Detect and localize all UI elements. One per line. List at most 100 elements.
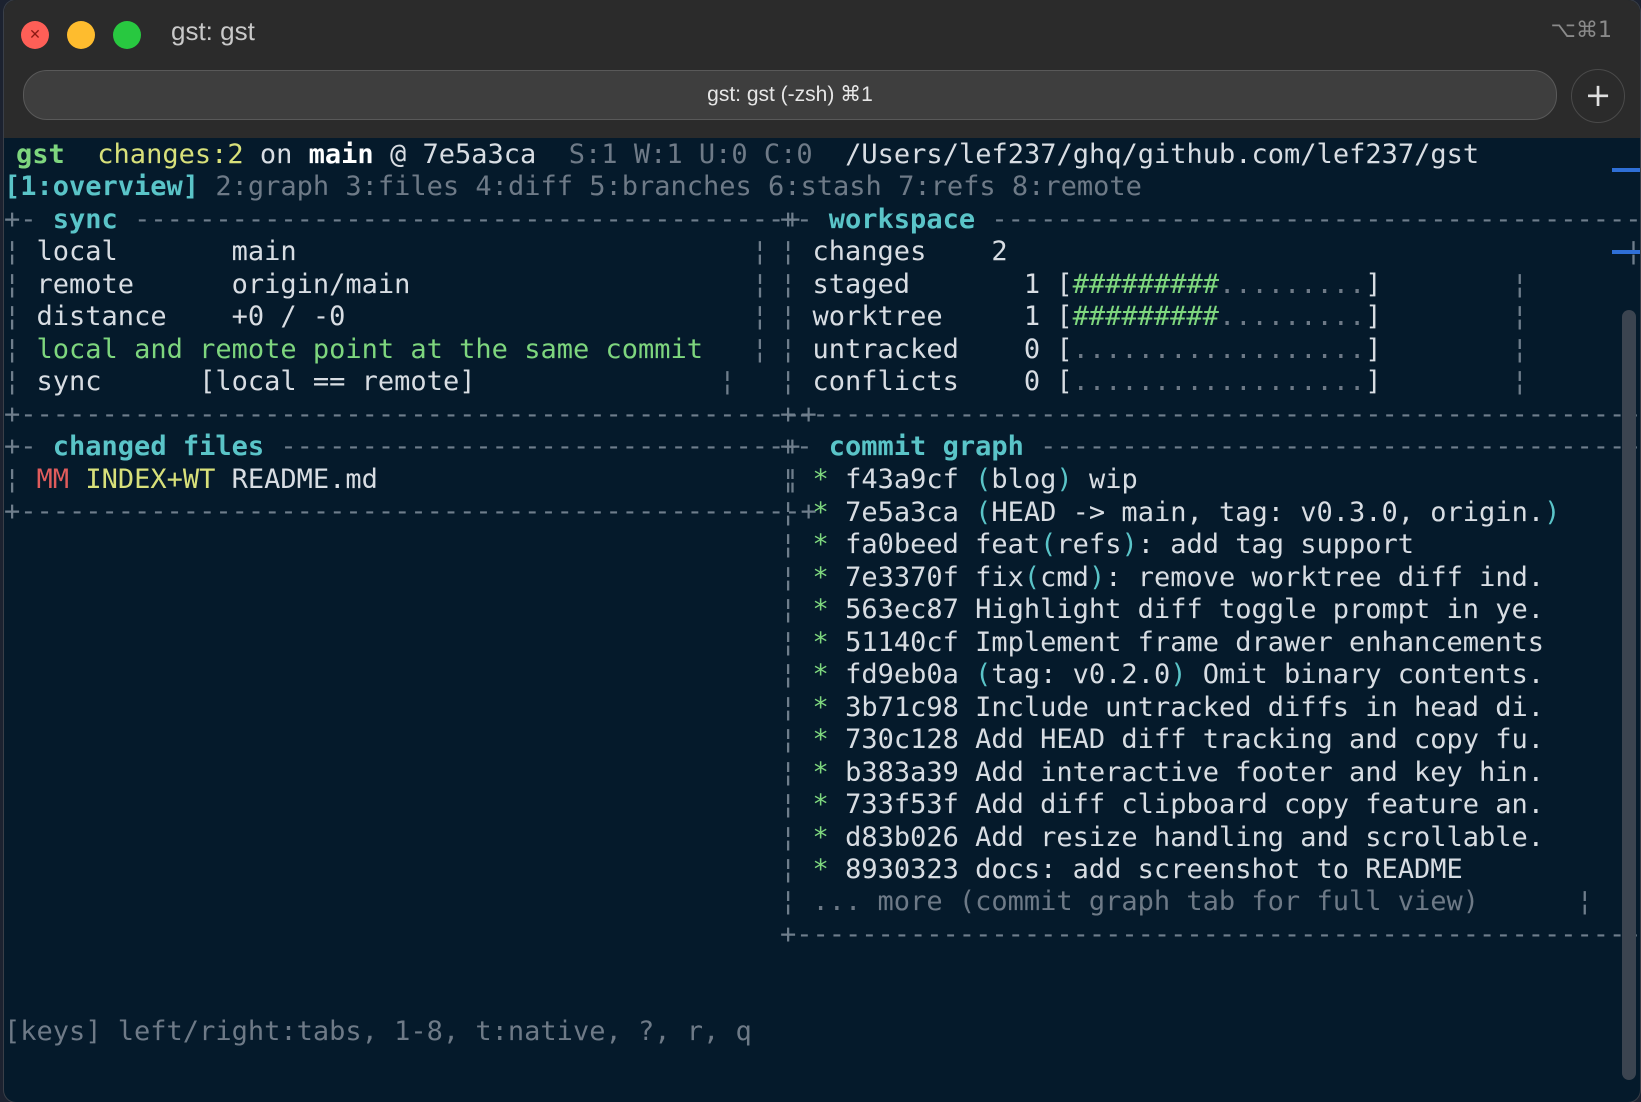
key-hints: [keys] left/right:tabs, 1-8, t:native, ?…	[4, 1016, 752, 1047]
commit-graph-title: commit graph	[828, 431, 1024, 462]
close-button[interactable]	[21, 21, 49, 49]
box-edge: ¦	[780, 464, 797, 495]
commit-message: : remove worktree diff ind.	[1105, 561, 1545, 593]
minimize-button[interactable]	[67, 21, 95, 49]
changed-files-box-bottom: +---------------------------------------…	[4, 496, 817, 527]
commit-row[interactable]: ¦ * 8930323 docs: add screenshot to READ…	[780, 853, 1463, 887]
sync-row: ¦ distance +0 / -0 ¦	[4, 301, 769, 332]
graph-node-icon: *	[812, 724, 829, 755]
scrollbar[interactable]	[1622, 310, 1636, 1080]
commit-message: Implement frame drawer enhancements	[975, 626, 1545, 658]
commit-row[interactable]: ¦ * 563ec87 Highlight diff toggle prompt…	[780, 593, 1544, 627]
changed-files-box-top: +- changed files -----------------------…	[4, 431, 801, 462]
workspace-changes: ¦ changes 2 ¦	[780, 236, 1640, 267]
terminal-content[interactable]: gst changes:2 on main @ 7e5a3ca S:1 W:1 …	[4, 138, 1640, 1098]
status-line: gst changes:2 on main @ 7e5a3ca S:1 W:1 …	[16, 138, 1479, 172]
box-edge: ¦	[780, 594, 797, 625]
commit-ref: tag: v0.2.0	[991, 659, 1171, 690]
paren-close: )	[1121, 529, 1138, 560]
commit-message: docs: add screenshot to README	[975, 854, 1463, 885]
commit-message: Add HEAD diff tracking and copy fu.	[975, 724, 1545, 755]
commit-ref: blog	[991, 464, 1057, 495]
commit-row[interactable]: ¦ * 3b71c98 Include untracked diffs in h…	[780, 691, 1544, 725]
commit-row[interactable]: ¦ * fa0beed feat(refs): add tag support	[780, 528, 1414, 562]
graph-node-icon: *	[812, 756, 829, 788]
workspace-bar-worktree: ¦ worktree 1 [#########.........] ¦	[780, 301, 1528, 332]
sync-row: ¦ remote origin/main ¦	[4, 269, 769, 300]
commit-hash: d83b026	[845, 821, 959, 853]
head-commit: 7e5a3ca	[422, 139, 537, 170]
paren-open: (	[975, 464, 992, 495]
commit-hash: 730c128	[845, 724, 959, 755]
graph-node-icon: *	[812, 626, 829, 658]
commit-message: wip	[1072, 464, 1138, 495]
changes-count: changes:2	[97, 139, 244, 170]
box-edge: ¦	[780, 691, 797, 723]
changed-file-row[interactable]: ¦ MM INDEX+WT README.md ¦	[4, 463, 801, 497]
commit-message: Add diff clipboard copy feature an.	[975, 789, 1545, 820]
commit-message: : add tag support	[1137, 529, 1415, 560]
tab-list[interactable]: 2:graph 3:files 4:diff 5:branches 6:stas…	[215, 171, 1142, 202]
app-name: gst	[16, 139, 65, 170]
zoom-button[interactable]	[113, 21, 141, 49]
commit-hash: 733f53f	[845, 789, 959, 820]
paren-open: (	[1040, 529, 1057, 560]
graph-node-icon: *	[812, 691, 829, 723]
sync-status: ¦ sync [local == remote] ¦	[4, 366, 736, 397]
window-shortcut: ⌥⌘1	[1550, 18, 1612, 43]
commit-row[interactable]: ¦ * 7e3370f fix(cmd): remove worktree di…	[780, 561, 1544, 595]
paren-close: )	[1170, 659, 1187, 690]
commit-hash: 51140cf	[845, 626, 959, 658]
commit-ref: cmd	[1040, 561, 1089, 593]
box-edge: ¦	[780, 626, 797, 658]
commit-row[interactable]: ¦ * 51140cf Implement frame drawer enhan…	[780, 626, 1544, 660]
box-edge: ¦	[780, 529, 797, 560]
box-edge: ¦	[780, 724, 797, 755]
commit-row[interactable]: ¦ * 730c128 Add HEAD diff tracking and c…	[780, 723, 1544, 757]
workspace-bar-untracked: ¦ untracked 0 [..................] ¦	[780, 334, 1528, 365]
state-counts: S:1 W:1 U:0 C:0	[568, 139, 813, 170]
graph-node-icon: *	[812, 464, 829, 495]
commit-graph-more: ¦ ... more (commit graph tab for full vi…	[780, 886, 1593, 917]
sync-message: ¦ local and remote point at the same com…	[4, 334, 769, 365]
commit-hash: f43a9cf	[845, 464, 959, 495]
paren-open: (	[975, 496, 992, 528]
graph-node-icon: *	[812, 561, 829, 593]
new-tab-button[interactable]: +	[1571, 69, 1625, 123]
workspace-title: workspace	[828, 204, 976, 235]
at-label: @	[389, 139, 407, 170]
graph-node-icon: *	[812, 789, 829, 820]
on-label: on	[259, 139, 293, 170]
commit-row[interactable]: ¦ * d83b026 Add resize handling and scro…	[780, 821, 1544, 855]
commit-row[interactable]: ¦ * 733f53f Add diff clipboard copy feat…	[780, 788, 1544, 822]
repo-path: /Users/lef237/ghq/github.com/lef237/gst	[845, 139, 1480, 170]
sync-row: ¦ local main ¦	[4, 236, 769, 267]
paren-close: )	[1544, 496, 1561, 528]
commit-message: Omit binary contents.	[1186, 659, 1545, 690]
commit-ref: HEAD -> main, tag: v0.3.0, origin.	[991, 496, 1545, 528]
terminal-tab[interactable]: gst: gst (-zsh) ⌘1	[23, 70, 1557, 120]
commit-row[interactable]: ¦ * b383a39 Add interactive footer and k…	[780, 756, 1544, 790]
commit-hash: 563ec87	[845, 594, 959, 625]
workspace-box-bottom: +---------------------------------------…	[780, 399, 1640, 430]
commit-message: Add interactive footer and key hin.	[975, 756, 1545, 788]
graph-node-icon: *	[812, 496, 829, 528]
commit-row[interactable]: ¦ * fd9eb0a (tag: v0.2.0) Omit binary co…	[780, 658, 1544, 692]
commit-row[interactable]: ¦ * 7e5a3ca (HEAD -> main, tag: v0.3.0, …	[780, 496, 1560, 530]
commit-row[interactable]: ¦ * f43a9cf (blog) wip	[780, 463, 1138, 497]
sync-title: sync	[52, 204, 118, 235]
tab-overview[interactable]: [1:overview]	[4, 171, 199, 202]
commit-graph-box-top: +- commit graph ------------------------…	[780, 431, 1640, 462]
commit-message: Add resize handling and scrollable.	[975, 821, 1545, 853]
window-title: gst: gst	[171, 16, 255, 46]
paren-close: )	[1056, 464, 1073, 495]
commit-hash: 3b71c98	[845, 691, 959, 723]
paren-open: (	[975, 659, 992, 690]
sync-box-bottom: +---------------------------------------…	[4, 399, 817, 430]
workspace-box-top: +- workspace ---------------------------…	[780, 204, 1640, 235]
graph-node-icon: *	[812, 529, 829, 560]
box-edge: ¦	[780, 659, 797, 690]
commit-type: feat	[975, 529, 1041, 560]
commit-message: Include untracked diffs in head di.	[975, 691, 1545, 723]
commit-hash: 7e3370f	[845, 561, 959, 593]
